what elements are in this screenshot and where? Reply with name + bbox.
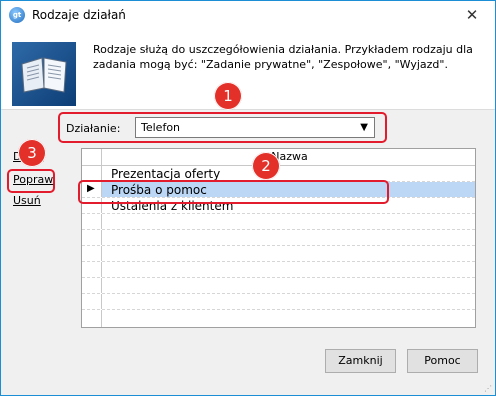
- dzialanie-select[interactable]: Telefon ▼: [135, 117, 375, 138]
- window-title: Rodzaje działań: [32, 8, 126, 22]
- kinds-grid[interactable]: Nazwa Prezentacja oferty ▶ Prośba o pomo…: [81, 148, 476, 328]
- description-text: Rodzaje służą do uszczegółowienia działa…: [93, 43, 473, 71]
- empty-row: [82, 246, 475, 262]
- empty-row: [82, 214, 475, 230]
- info-header: Rodzaje służą do uszczegółowienia działa…: [1, 31, 495, 110]
- app-icon: gt: [9, 7, 25, 23]
- row-indicator: [82, 214, 102, 229]
- empty-row: [82, 310, 475, 327]
- empty-row: [82, 278, 475, 294]
- status-bar: ⋰: [1, 383, 495, 395]
- close-window-button[interactable]: ✕: [449, 1, 495, 31]
- column-header-nazwa[interactable]: Nazwa: [102, 150, 475, 163]
- grid-indicator-header: [82, 149, 102, 165]
- row-indicator: [82, 230, 102, 245]
- empty-row: [82, 230, 475, 246]
- step-badge-2: 2: [252, 152, 280, 180]
- title-bar: gt Rodzaje działań ✕: [1, 1, 495, 31]
- close-button[interactable]: Zamknij: [325, 349, 396, 373]
- resize-grip-icon[interactable]: ⋰: [484, 384, 492, 393]
- dzialanie-value: Telefon: [141, 121, 181, 134]
- row-indicator: [82, 166, 102, 181]
- chevron-down-icon: ▼: [360, 122, 368, 133]
- dzialanie-label: Działanie:: [66, 122, 121, 135]
- step-badge-1: 1: [214, 82, 242, 110]
- empty-row: [82, 262, 475, 278]
- callout-selected-row: [78, 180, 389, 204]
- row-indicator: [82, 246, 102, 261]
- row-indicator: [82, 262, 102, 277]
- empty-row: [82, 294, 475, 310]
- help-button[interactable]: Pomoc: [407, 349, 478, 373]
- row-indicator: [82, 278, 102, 293]
- dialog-window: gt Rodzaje działań ✕ Rodzaje służą do us…: [0, 0, 496, 396]
- delete-link[interactable]: Usuń: [13, 194, 41, 207]
- row-indicator: [82, 310, 102, 327]
- row-name: Prezentacja oferty: [111, 167, 221, 181]
- book-icon: [12, 42, 76, 106]
- row-indicator: [82, 294, 102, 309]
- edit-link[interactable]: Popraw: [13, 173, 53, 186]
- step-badge-3: 3: [18, 139, 46, 167]
